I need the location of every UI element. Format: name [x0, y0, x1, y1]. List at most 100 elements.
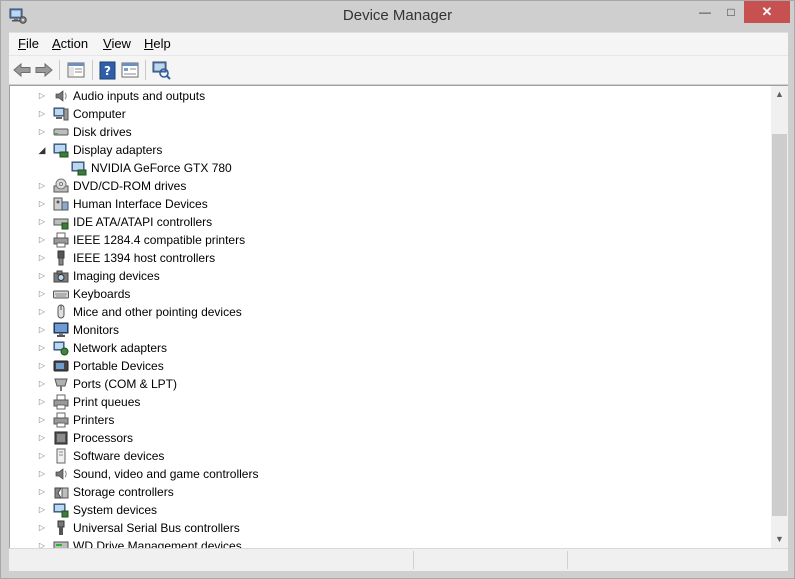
- menu-action-label: ction: [60, 36, 89, 51]
- toolbar-separator: [145, 60, 146, 80]
- expand-arrow-icon[interactable]: ▷: [37, 109, 47, 119]
- tree-category-sound-video-and-game-controllers[interactable]: ▷ Sound, video and game controllers: [10, 465, 750, 483]
- tree-category-audio-inputs-and-outputs[interactable]: ▷ Audio inputs and outputs: [10, 87, 750, 105]
- expand-arrow-icon[interactable]: ▷: [37, 397, 47, 407]
- forward-button[interactable]: [33, 59, 55, 81]
- tree-category-network-adapters[interactable]: ▷ Network adapters: [10, 339, 750, 357]
- back-button[interactable]: [11, 59, 33, 81]
- expand-arrow-icon[interactable]: ▷: [37, 127, 47, 137]
- vertical-scrollbar[interactable]: ▲ ▼: [771, 85, 788, 549]
- tree-category-mice-and-other-pointing-devices[interactable]: ▷ Mice and other pointing devices: [10, 303, 750, 321]
- svg-text:?: ?: [104, 64, 111, 78]
- processor-icon: [54, 431, 68, 445]
- tree-category-keyboards[interactable]: ▷ Keyboards: [10, 285, 750, 303]
- software-device-icon: [56, 448, 66, 464]
- collapse-arrow-icon[interactable]: ◢: [37, 145, 47, 155]
- tree-category-universal-serial-bus-controllers[interactable]: ▷ Universal Serial Bus controllers: [10, 519, 750, 537]
- menu-action[interactable]: Action: [52, 36, 88, 51]
- maximize-button[interactable]: □: [718, 1, 744, 23]
- tree-category-print-queues[interactable]: ▷ Print queues: [10, 393, 750, 411]
- expand-arrow-icon[interactable]: ▷: [37, 91, 47, 101]
- expand-arrow-icon[interactable]: ▷: [37, 307, 47, 317]
- scroll-up-button[interactable]: ▲: [771, 86, 788, 103]
- menu-view-label: iew: [111, 36, 131, 51]
- menu-file[interactable]: File: [18, 36, 39, 51]
- tree-item-label: Audio inputs and outputs: [73, 89, 206, 103]
- device-tree[interactable]: ▷ Audio inputs and outputs ▷ Computer ▷ Disk …: [9, 85, 773, 549]
- tree-item-label: Display adapters: [73, 143, 163, 157]
- tree-category-system-devices[interactable]: ▷ System devices: [10, 501, 750, 519]
- tree-category-portable-devices[interactable]: ▷ Portable Devices: [10, 357, 750, 375]
- system-device-icon: [53, 503, 69, 518]
- expand-arrow-icon[interactable]: ▷: [37, 343, 47, 353]
- usb-icon: [57, 520, 65, 535]
- tree-category-imaging-devices[interactable]: ▷ Imaging devices: [10, 267, 750, 285]
- tree-item-label: Monitors: [73, 323, 120, 337]
- tree-category-dvd-cd-rom-drives[interactable]: ▷ DVD/CD-ROM drives: [10, 177, 750, 195]
- portable-device-icon: [53, 360, 69, 372]
- properties-button[interactable]: [119, 59, 141, 81]
- tree-category-ide-ata-atapi-controllers[interactable]: ▷ IDE ATA/ATAPI controllers: [10, 213, 750, 231]
- tree-item-label: Disk drives: [73, 125, 132, 139]
- expand-arrow-icon[interactable]: ▷: [37, 289, 47, 299]
- help-button[interactable]: ?: [97, 59, 119, 81]
- expand-arrow-icon[interactable]: ▷: [37, 253, 47, 263]
- port-icon: [54, 378, 68, 391]
- expand-arrow-icon[interactable]: ▷: [37, 505, 47, 515]
- tree-item-label: Print queues: [73, 395, 141, 409]
- expand-arrow-icon[interactable]: ▷: [37, 271, 47, 281]
- tree-category-ports-com-lpt[interactable]: ▷ Ports (COM & LPT): [10, 375, 750, 393]
- tree-category-processors[interactable]: ▷ Processors: [10, 429, 750, 447]
- expand-arrow-icon[interactable]: ▷: [37, 199, 47, 209]
- tree-category-printers[interactable]: ▷ Printers: [10, 411, 750, 429]
- scroll-thumb[interactable]: [772, 134, 787, 516]
- expand-arrow-icon[interactable]: ▷: [37, 523, 47, 533]
- disk-drive-icon: [53, 128, 69, 136]
- display-adapter-icon: [71, 161, 87, 176]
- close-button[interactable]: ✕: [744, 1, 790, 23]
- menu-help-label: elp: [153, 36, 171, 51]
- tree-category-computer[interactable]: ▷ Computer: [10, 105, 750, 123]
- show-hide-console-tree-button[interactable]: [65, 59, 87, 81]
- scan-hardware-button[interactable]: [150, 59, 172, 81]
- tree-child-nvidia-geforce-gtx-780[interactable]: NVIDIA GeForce GTX 780: [10, 159, 750, 177]
- expand-arrow-icon[interactable]: ▷: [37, 469, 47, 479]
- properties-icon: [121, 62, 139, 78]
- tree-item-label: Computer: [73, 107, 126, 121]
- menu-file-accesskey: F: [18, 36, 26, 51]
- tree-category-disk-drives[interactable]: ▷ Disk drives: [10, 123, 750, 141]
- expand-arrow-icon[interactable]: ▷: [37, 325, 47, 335]
- expand-arrow-icon[interactable]: ▷: [37, 487, 47, 497]
- expand-arrow-icon[interactable]: ▷: [37, 433, 47, 443]
- scroll-down-button[interactable]: ▼: [771, 531, 788, 548]
- tree-item-label: Printers: [73, 413, 115, 427]
- tree-category-ieee-1394-host-controllers[interactable]: ▷ IEEE 1394 host controllers: [10, 249, 750, 267]
- expand-arrow-icon[interactable]: ▷: [37, 451, 47, 461]
- status-pane: [567, 551, 788, 569]
- menu-help[interactable]: Help: [144, 36, 171, 51]
- tree-category-ieee-1284-4-compatible-printers[interactable]: ▷ IEEE 1284.4 compatible printers: [10, 231, 750, 249]
- tree-category-monitors[interactable]: ▷ Monitors: [10, 321, 750, 339]
- printer-icon: [53, 232, 69, 248]
- printer-icon: [53, 394, 69, 410]
- tree-category-human-interface-devices[interactable]: ▷ Human Interface Devices: [10, 195, 750, 213]
- minimize-button[interactable]: —: [692, 1, 718, 23]
- expand-arrow-icon[interactable]: ▷: [37, 235, 47, 245]
- hid-icon: [53, 197, 69, 211]
- tree-category-software-devices[interactable]: ▷ Software devices: [10, 447, 750, 465]
- expand-arrow-icon[interactable]: ▷: [37, 217, 47, 227]
- title-bar[interactable]: Device Manager — □ ✕: [1, 1, 794, 31]
- expand-arrow-icon[interactable]: ▷: [37, 361, 47, 371]
- expand-arrow-icon[interactable]: ▷: [37, 181, 47, 191]
- help-icon: ?: [99, 61, 116, 80]
- menu-view[interactable]: View: [103, 36, 131, 51]
- storage-controller-icon: [54, 487, 69, 499]
- expand-arrow-icon[interactable]: ▷: [37, 415, 47, 425]
- tree-category-display-adapters[interactable]: ◢ Display adapters: [10, 141, 750, 159]
- tree-item-label: Storage controllers: [73, 485, 174, 499]
- dvd-drive-icon: [53, 178, 69, 193]
- arrow-left-icon: [13, 62, 31, 78]
- expand-arrow-icon[interactable]: ▷: [37, 379, 47, 389]
- tree-category-storage-controllers[interactable]: ▷ Storage controllers: [10, 483, 750, 501]
- monitor-icon: [53, 322, 69, 337]
